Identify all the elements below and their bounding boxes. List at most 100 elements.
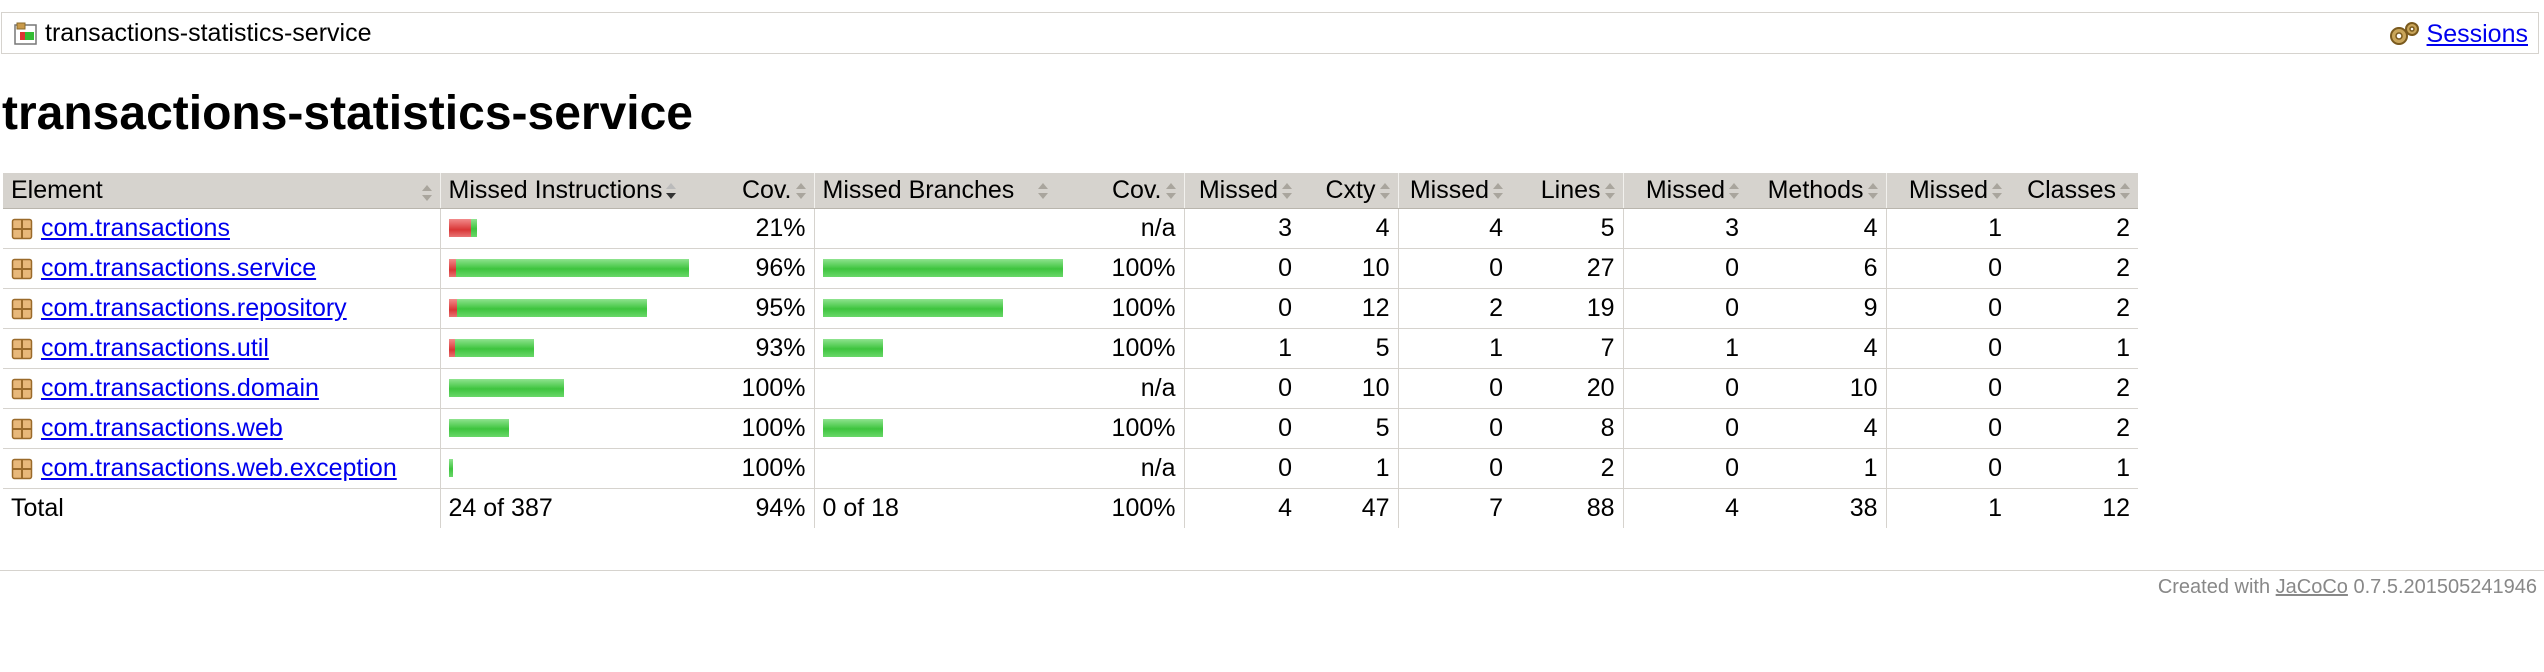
methods-cell: 6 bbox=[1747, 248, 1886, 289]
missed-classes-cell: 0 bbox=[1885, 368, 2010, 409]
header-missed-lines[interactable]: Missed bbox=[1397, 173, 1511, 209]
sort-icon bbox=[1379, 182, 1390, 200]
coverage-bar bbox=[822, 299, 1083, 317]
methods-cell: 9 bbox=[1747, 288, 1886, 329]
jacoco-link[interactable]: JaCoCo bbox=[2276, 576, 2348, 598]
lines-cell: 20 bbox=[1511, 368, 1623, 409]
total-missed-branches: 0 of 18 bbox=[813, 488, 1090, 528]
missed-branches-cell bbox=[813, 288, 1090, 329]
package-link[interactable]: com.transactions.domain bbox=[41, 374, 319, 402]
missed-classes-cell: 0 bbox=[1885, 328, 2010, 369]
header-missed-complexity[interactable]: Missed bbox=[1183, 173, 1300, 209]
lines-cell: 8 bbox=[1511, 408, 1623, 449]
branch-coverage-cell: n/a bbox=[1090, 368, 1184, 409]
missed-classes-cell: 0 bbox=[1885, 448, 2010, 489]
total-missed-instructions: 24 of 387 bbox=[439, 488, 714, 528]
element-cell: com.transactions.domain bbox=[3, 368, 440, 409]
coverage-bar bbox=[822, 419, 1083, 437]
covered-bar-segment bbox=[448, 419, 509, 437]
total-missed-lines: 7 bbox=[1397, 488, 1511, 528]
instruction-coverage-cell: 93% bbox=[714, 328, 814, 369]
lines-cell: 19 bbox=[1511, 288, 1623, 329]
coverage-bar bbox=[448, 459, 707, 477]
instruction-coverage-cell: 100% bbox=[714, 448, 814, 489]
coverage-bar bbox=[448, 219, 707, 237]
missed-complexity-cell: 0 bbox=[1183, 248, 1300, 289]
classes-cell: 1 bbox=[2010, 328, 2138, 369]
branch-coverage-cell: 100% bbox=[1090, 328, 1184, 369]
header-missed-branches[interactable]: Missed Branches bbox=[813, 173, 1090, 209]
sort-icon bbox=[1165, 182, 1176, 200]
missed-branches-cell bbox=[813, 448, 1090, 489]
classes-cell: 2 bbox=[2010, 208, 2138, 249]
header-instruction-coverage[interactable]: Cov. bbox=[714, 173, 814, 209]
header-classes[interactable]: Classes bbox=[2010, 173, 2138, 209]
footer-version: 0.7.5.201505241946 bbox=[2347, 576, 2537, 598]
element-cell: com.transactions.util bbox=[3, 328, 440, 369]
covered-bar-segment bbox=[822, 299, 1003, 317]
missed-methods-cell: 3 bbox=[1622, 208, 1747, 249]
missed-bar-segment bbox=[448, 219, 471, 237]
missed-instructions-cell bbox=[439, 288, 714, 329]
footer: Created with JaCoCo 0.7.5.201505241946 bbox=[2158, 576, 2537, 599]
total-missed-classes: 1 bbox=[1885, 488, 2010, 528]
package-link[interactable]: com.transactions.web bbox=[41, 414, 283, 442]
missed-classes-cell: 0 bbox=[1885, 288, 2010, 329]
header-branch-coverage[interactable]: Cov. bbox=[1090, 173, 1184, 209]
sessions-link[interactable]: Sessions bbox=[2427, 21, 2528, 47]
missed-branches-cell bbox=[813, 408, 1090, 449]
header-complexity[interactable]: Cxty bbox=[1300, 173, 1398, 209]
missed-complexity-cell: 0 bbox=[1183, 408, 1300, 449]
missed-instructions-cell bbox=[439, 448, 714, 489]
table-row: com.transactions.domain 100% n/a 0 10 0 20 0 10 0… bbox=[3, 368, 2138, 409]
missed-complexity-cell: 0 bbox=[1183, 448, 1300, 489]
package-icon bbox=[11, 458, 33, 480]
sort-icon bbox=[421, 184, 432, 202]
instruction-coverage-cell: 100% bbox=[714, 368, 814, 409]
table-row: com.transactions.repository 95% 100% 0 12 2 19… bbox=[3, 288, 2138, 329]
header-missed-methods[interactable]: Missed bbox=[1622, 173, 1747, 209]
branch-coverage-cell: 100% bbox=[1090, 408, 1184, 449]
covered-bar-segment bbox=[456, 299, 647, 317]
methods-cell: 1 bbox=[1747, 448, 1886, 489]
coverage-bar bbox=[448, 299, 707, 317]
package-link[interactable]: com.transactions bbox=[41, 214, 230, 242]
package-link[interactable]: com.transactions.repository bbox=[41, 294, 347, 322]
complexity-cell: 10 bbox=[1300, 368, 1398, 409]
complexity-cell: 12 bbox=[1300, 288, 1398, 329]
header-element[interactable]: Element bbox=[3, 173, 440, 209]
missed-complexity-cell: 1 bbox=[1183, 328, 1300, 369]
package-link[interactable]: com.transactions.web.exception bbox=[41, 454, 397, 482]
missed-methods-cell: 0 bbox=[1622, 368, 1747, 409]
package-icon bbox=[11, 338, 33, 360]
package-link[interactable]: com.transactions.service bbox=[41, 254, 316, 282]
missed-instructions-cell bbox=[439, 368, 714, 409]
header-methods[interactable]: Methods bbox=[1747, 173, 1886, 209]
missed-classes-cell: 0 bbox=[1885, 408, 2010, 449]
header-missed-instructions[interactable]: Missed Instructions bbox=[439, 173, 714, 209]
instruction-coverage-cell: 100% bbox=[714, 408, 814, 449]
package-icon bbox=[11, 378, 33, 400]
covered-bar-segment bbox=[822, 419, 883, 437]
missed-instructions-cell bbox=[439, 248, 714, 289]
package-link[interactable]: com.transactions.util bbox=[41, 334, 269, 362]
classes-cell: 2 bbox=[2010, 368, 2138, 409]
missed-instructions-cell bbox=[439, 408, 714, 449]
header-missed-classes[interactable]: Missed bbox=[1885, 173, 2010, 209]
complexity-cell: 5 bbox=[1300, 408, 1398, 449]
missed-methods-cell: 0 bbox=[1622, 408, 1747, 449]
missed-lines-cell: 0 bbox=[1397, 408, 1511, 449]
missed-methods-cell: 0 bbox=[1622, 288, 1747, 329]
element-cell: com.transactions.web.exception bbox=[3, 448, 440, 489]
package-icon bbox=[11, 298, 33, 320]
sort-icon bbox=[1604, 182, 1615, 200]
table-row: com.transactions.util 93% 100% 1 5 1 7 1 4 0 1 bbox=[3, 328, 2138, 369]
classes-cell: 2 bbox=[2010, 288, 2138, 329]
methods-cell: 4 bbox=[1747, 408, 1886, 449]
total-instruction-coverage: 94% bbox=[755, 493, 806, 522]
coverage-bar bbox=[822, 339, 1083, 357]
missed-lines-cell: 2 bbox=[1397, 288, 1511, 329]
gears-icon bbox=[2387, 21, 2421, 47]
header-lines[interactable]: Lines bbox=[1511, 173, 1623, 209]
coverage-bar bbox=[448, 259, 707, 277]
